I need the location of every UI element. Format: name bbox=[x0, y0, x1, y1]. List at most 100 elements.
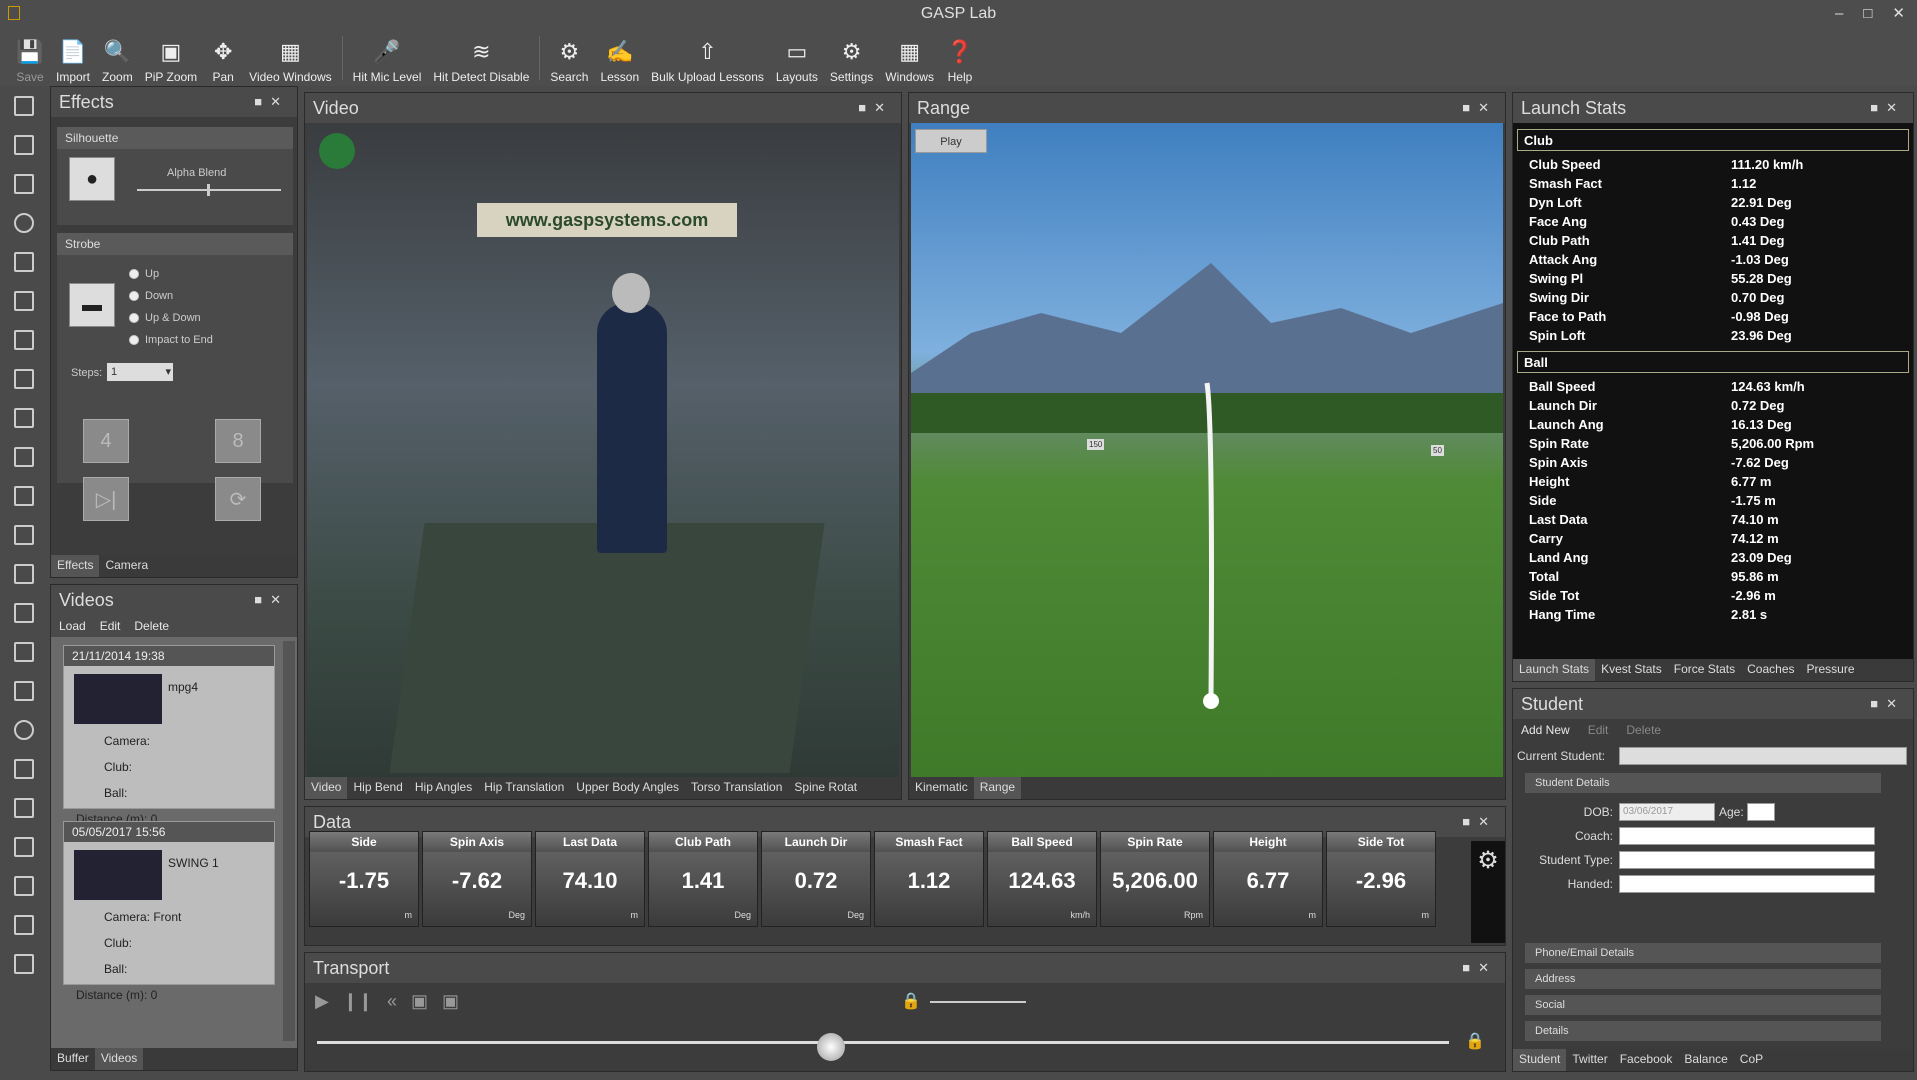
pin-close-icons[interactable]: ■✕ bbox=[1462, 807, 1497, 837]
dob-field[interactable]: 03/06/2017 bbox=[1619, 803, 1715, 821]
pause-icon[interactable]: ❙❙ bbox=[343, 991, 373, 1012]
curve-icon[interactable] bbox=[0, 398, 48, 437]
close-icon[interactable]: ✕ bbox=[1892, 0, 1905, 28]
windows-button[interactable]: ▦ Windows bbox=[879, 28, 940, 86]
pip-zoom-button[interactable]: ▣ PiP Zoom bbox=[139, 28, 203, 86]
delete-button[interactable]: Delete bbox=[134, 615, 169, 637]
rectangle-icon[interactable] bbox=[0, 242, 48, 281]
lock-icon[interactable]: 🔒 bbox=[1465, 1031, 1485, 1051]
student-type-select[interactable] bbox=[1619, 851, 1875, 869]
range-view[interactable]: Play 150 50 bbox=[911, 123, 1503, 777]
pin-close-icons[interactable]: ■✕ bbox=[1462, 953, 1497, 983]
play-icon[interactable]: ▶ bbox=[315, 991, 329, 1012]
pin-close-icons[interactable]: ■✕ bbox=[1870, 93, 1905, 123]
rewind-icon[interactable]: « bbox=[387, 991, 397, 1012]
lesson-button[interactable]: ✍ Lesson bbox=[594, 28, 645, 86]
silhouette-button[interactable]: ● bbox=[69, 157, 115, 201]
clip-icon[interactable]: ▣ bbox=[411, 991, 428, 1012]
strobe-8-button[interactable]: 8 bbox=[215, 419, 261, 463]
angle-icon[interactable] bbox=[0, 359, 48, 398]
eyedropper-icon[interactable] bbox=[0, 671, 48, 710]
angle-tool-icon[interactable] bbox=[0, 281, 48, 320]
alpha-blend-slider[interactable] bbox=[137, 184, 281, 196]
pan-button[interactable]: ✥ Pan bbox=[203, 28, 243, 86]
tab-hip-angles[interactable]: Hip Angles bbox=[409, 777, 478, 799]
tab-facebook[interactable]: Facebook bbox=[1614, 1049, 1679, 1071]
speed-slider[interactable] bbox=[930, 1001, 1026, 1003]
rotate-icon[interactable] bbox=[0, 554, 48, 593]
tab-kvest-stats[interactable]: Kvest Stats bbox=[1595, 659, 1668, 681]
eraser-icon[interactable] bbox=[0, 515, 48, 554]
reset-icon[interactable]: ⟳ bbox=[215, 477, 261, 521]
tab-range[interactable]: Range bbox=[973, 777, 1022, 799]
tab-effects[interactable]: Effects bbox=[51, 555, 100, 577]
wand-icon[interactable] bbox=[0, 905, 48, 944]
hit-detect-disable-button[interactable]: ≋ Hit Detect Disable bbox=[427, 28, 535, 86]
zoom-button[interactable]: 🔍 Zoom bbox=[96, 28, 139, 86]
bulk-upload-lessons-button[interactable]: ⇧ Bulk Upload Lessons bbox=[645, 28, 770, 86]
tab-spine-rotat[interactable]: Spine Rotat bbox=[788, 777, 863, 799]
pin-close-icons[interactable]: ■✕ bbox=[254, 87, 289, 117]
tab-cop[interactable]: CoP bbox=[1734, 1049, 1769, 1071]
tab-twitter[interactable]: Twitter bbox=[1566, 1049, 1613, 1071]
steps-select[interactable]: 1 ▾ bbox=[107, 363, 173, 381]
tab-balance[interactable]: Balance bbox=[1678, 1049, 1733, 1071]
tab-coaches[interactable]: Coaches bbox=[1741, 659, 1800, 681]
settings-button[interactable]: ⚙ Settings bbox=[824, 28, 879, 86]
tab-upper-body-angles[interactable]: Upper Body Angles bbox=[570, 777, 685, 799]
handed-select[interactable] bbox=[1619, 875, 1875, 893]
student-section-header[interactable]: Address bbox=[1525, 969, 1881, 989]
video-frame[interactable]: www.gaspsystems.com bbox=[307, 123, 899, 777]
search-button[interactable]: ⚙ Search bbox=[544, 28, 594, 86]
tab-videos[interactable]: Videos bbox=[94, 1048, 144, 1070]
line-icon[interactable] bbox=[0, 320, 48, 359]
camera-icon[interactable]: ▣ bbox=[442, 991, 459, 1012]
strobe-option[interactable]: Up bbox=[129, 263, 213, 285]
edit-button[interactable]: Edit bbox=[100, 615, 121, 637]
maximize-icon[interactable]: □ bbox=[1863, 0, 1872, 28]
ellipse-icon[interactable] bbox=[0, 710, 48, 749]
vertical-line-icon[interactable] bbox=[0, 593, 48, 632]
arrow-icon[interactable] bbox=[0, 164, 48, 203]
pin-close-icons[interactable]: ■✕ bbox=[1462, 93, 1497, 123]
square-icon[interactable] bbox=[0, 632, 48, 671]
student-section-header[interactable]: Social bbox=[1525, 995, 1881, 1015]
text-icon[interactable] bbox=[0, 437, 48, 476]
timeline-ball-marker[interactable] bbox=[817, 1033, 845, 1061]
delete-button[interactable]: Delete bbox=[1626, 719, 1661, 741]
save-button[interactable]: 💾 Save bbox=[10, 28, 50, 86]
student-details-header[interactable]: Student Details bbox=[1525, 773, 1881, 793]
edit-button[interactable]: Edit bbox=[1588, 719, 1609, 741]
timeline-track[interactable] bbox=[317, 1041, 1449, 1044]
coach-select[interactable] bbox=[1619, 827, 1875, 845]
tab-pressure[interactable]: Pressure bbox=[1801, 659, 1861, 681]
gear-icon[interactable]: ⚙ bbox=[1471, 841, 1505, 943]
tab-hip-bend[interactable]: Hip Bend bbox=[347, 777, 408, 799]
horizontal-line-icon[interactable] bbox=[0, 827, 48, 866]
parallel-icon[interactable] bbox=[0, 866, 48, 905]
video-list-scrollbar[interactable] bbox=[283, 641, 295, 1041]
current-student-select[interactable] bbox=[1619, 747, 1907, 765]
add-new-button[interactable]: Add New bbox=[1521, 719, 1570, 741]
video-list-item[interactable]: 05/05/2017 15:56 SWING 1 Camera: Front Club… bbox=[63, 821, 275, 1002]
strobe-option[interactable]: Down bbox=[129, 285, 213, 307]
pin-close-icons[interactable]: ■✕ bbox=[858, 93, 893, 123]
export-icon[interactable] bbox=[0, 944, 48, 983]
pencil-icon[interactable] bbox=[0, 476, 48, 515]
lock-icon[interactable]: 🔒 bbox=[901, 991, 921, 1011]
tab-video[interactable]: Video bbox=[305, 777, 348, 799]
strobe-option[interactable]: Impact to End bbox=[129, 329, 213, 351]
hit-mic-level-button[interactable]: 🎤 Hit Mic Level bbox=[347, 28, 428, 86]
tab-hip-translation[interactable]: Hip Translation bbox=[478, 777, 570, 799]
video-list-item[interactable]: 21/11/2014 19:38 mpg4 Camera: Club: Ball: Dis… bbox=[63, 645, 275, 826]
step-icon[interactable]: ▷| bbox=[83, 477, 129, 521]
cross-icon[interactable] bbox=[0, 788, 48, 827]
strobe-option[interactable]: Up & Down bbox=[129, 307, 213, 329]
strobe-button[interactable]: ▬ bbox=[69, 283, 115, 327]
tab-launch-stats[interactable]: Launch Stats bbox=[1513, 659, 1596, 681]
tab-torso-translation[interactable]: Torso Translation bbox=[685, 777, 788, 799]
tab-kinematic[interactable]: Kinematic bbox=[909, 777, 974, 799]
student-section-header[interactable]: Phone/Email Details bbox=[1525, 943, 1881, 963]
pin-close-icons[interactable]: ■✕ bbox=[254, 585, 289, 615]
video-windows-button[interactable]: ▦ Video Windows bbox=[243, 28, 338, 86]
